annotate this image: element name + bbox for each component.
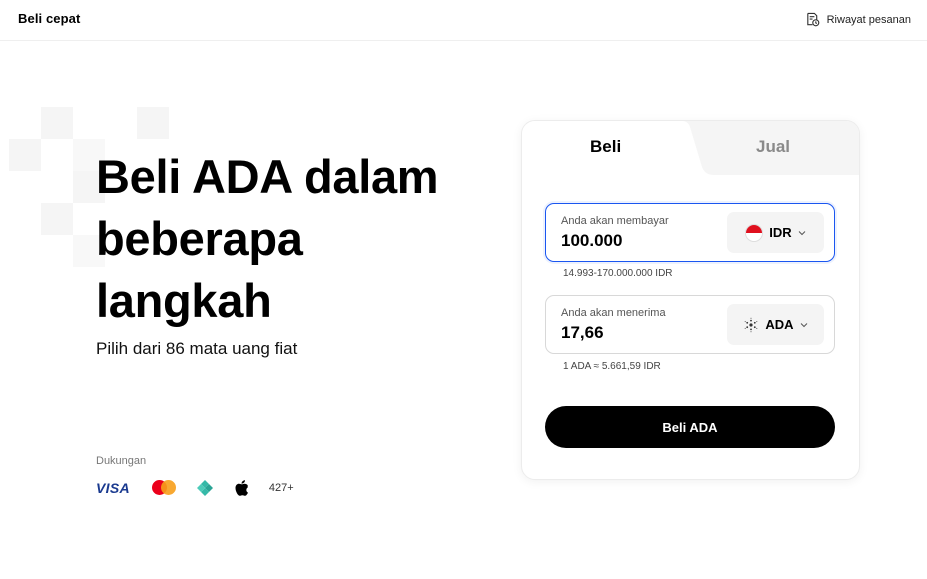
order-history-icon (806, 12, 819, 27)
diamond-icon (196, 480, 213, 496)
receive-currency-code: ADA (765, 317, 794, 332)
decorative-square (9, 139, 41, 171)
support-label: Dukungan (96, 455, 147, 467)
trade-tabs: Beli Jual (522, 121, 859, 175)
cardano-icon (745, 317, 758, 332)
hero-title: Beli ADA dalam beberapa langkah (96, 150, 439, 327)
tab-sell[interactable]: Jual (756, 137, 790, 157)
decorative-square (41, 107, 73, 139)
tab-buy[interactable]: Beli (590, 137, 621, 157)
payment-methods: VISA 427+ (96, 478, 294, 498)
apple-icon (235, 480, 248, 496)
indonesia-flag-icon (745, 223, 764, 242)
receive-amount-field[interactable]: Anda akan menerima 17,66 ADA (545, 295, 835, 354)
pay-amount-field[interactable]: Anda akan membayar 100.000 IDR (545, 203, 835, 262)
visa-icon: VISA (96, 480, 130, 496)
pay-currency-code: IDR (769, 225, 792, 240)
mastercard-icon (151, 480, 176, 496)
top-bar: Beli cepat Riwayat pesanan (0, 0, 927, 41)
order-history-label: Riwayat pesanan (826, 13, 911, 26)
exchange-rate-hint: 1 ADA ≈ 5.661,59 IDR (563, 361, 661, 372)
order-history-link[interactable]: Riwayat pesanan (805, 12, 911, 27)
pay-currency-select[interactable]: IDR (727, 212, 824, 253)
pay-range-hint: 14.993-170.000.000 IDR (563, 268, 673, 279)
active-tab-shape (522, 121, 722, 175)
page-header-title: Beli cepat (18, 11, 81, 26)
pay-amount-input[interactable]: 100.000 (561, 231, 622, 251)
trade-card: Beli Jual Anda akan membayar 100.000 IDR… (521, 120, 860, 480)
receive-amount-value[interactable]: 17,66 (561, 323, 604, 343)
more-methods-count: 427+ (268, 482, 294, 494)
receive-currency-select[interactable]: ADA (727, 304, 824, 345)
decorative-square (41, 203, 73, 235)
decorative-square (137, 107, 169, 139)
chevron-down-icon (800, 322, 807, 327)
buy-ada-button[interactable]: Beli ADA (545, 406, 835, 448)
pay-amount-label: Anda akan membayar (561, 215, 669, 227)
hero-subtitle: Pilih dari 86 mata uang fiat (96, 339, 298, 358)
receive-amount-label: Anda akan menerima (561, 307, 666, 319)
chevron-down-icon (798, 230, 806, 235)
